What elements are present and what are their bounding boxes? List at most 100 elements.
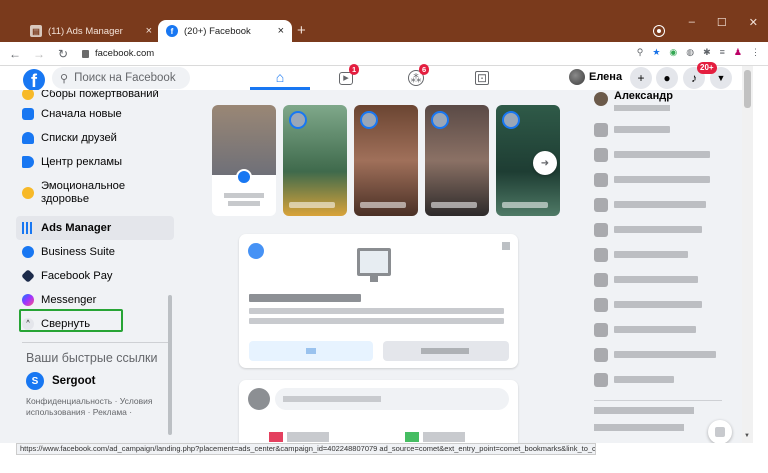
contact-item[interactable] (590, 117, 730, 142)
browser-titlebar: ▤ (11) Ads Manager × f (20+) Facebook × … (0, 0, 768, 42)
emotional-health-icon (22, 187, 34, 199)
scrollbar-thumb[interactable] (744, 70, 751, 108)
blurred-name (614, 226, 702, 233)
sidebar-item-ads-manager[interactable]: Ads Manager (16, 216, 174, 240)
sidebar-item-ad-center[interactable]: Центр рекламы (16, 150, 174, 174)
nav-home-tab[interactable]: ⌂ (250, 66, 310, 90)
record-icon[interactable] (654, 26, 664, 36)
facebook-icon (248, 243, 264, 259)
legal-links[interactable]: Конфиденциальность · Условия использован… (16, 396, 176, 418)
blurred-text (431, 202, 477, 208)
sidebar-item-facebook-pay[interactable]: Facebook Pay (16, 264, 174, 288)
live-video-button[interactable] (269, 432, 329, 442)
tab-ads-manager[interactable]: ▤ (11) Ads Manager × (22, 20, 160, 42)
page-scrollbar[interactable]: ▼ (742, 66, 753, 443)
zoom-icon[interactable]: ⚲ (637, 47, 644, 58)
contact-item[interactable] (590, 267, 730, 292)
story-card[interactable] (354, 105, 418, 216)
contact-item[interactable] (590, 367, 730, 392)
shortcut-label: Sergoot (52, 375, 96, 387)
extension-gray-icon[interactable]: ◍ (686, 47, 694, 58)
search-input[interactable]: ⚲ Поиск на Facebook (52, 67, 190, 89)
extension-green-icon[interactable]: ◉ (669, 47, 677, 58)
sidebar-item-label: Центр рекламы (41, 155, 123, 168)
close-icon[interactable] (502, 242, 510, 250)
bell-icon: ♪ (691, 71, 697, 85)
accept-button[interactable] (249, 341, 373, 361)
tab-close-icon[interactable]: × (146, 25, 152, 37)
profile-name: Елена (589, 71, 623, 83)
puzzle-icon[interactable]: ✱ (703, 47, 711, 58)
sidebar-item-emotional-health[interactable]: Эмоциональное здоровье (16, 174, 174, 212)
shortcut-sergoot[interactable]: S Sergoot (16, 366, 174, 396)
blurred-text (228, 201, 260, 206)
contact-item[interactable] (590, 192, 730, 217)
composer-input[interactable] (275, 388, 509, 410)
new-tab-button[interactable]: + (297, 22, 306, 39)
nav-gaming-tab[interactable]: ⊡ (452, 66, 512, 90)
profile-icon[interactable]: ♟ (734, 47, 742, 58)
nav-groups-tab[interactable]: ⁂ 6 (386, 64, 446, 90)
contact-item[interactable]: Александр (590, 90, 730, 117)
blurred-heading (594, 407, 694, 414)
contact-item[interactable] (590, 217, 730, 242)
watch-badge: 1 (349, 64, 360, 75)
reload-icon[interactable]: ↻ (54, 47, 72, 61)
browser-menu-icon[interactable]: ⋮ (751, 47, 760, 58)
contact-item[interactable] (590, 142, 730, 167)
blurred-name (614, 301, 702, 308)
blurred-name (614, 276, 698, 283)
facebook-logo[interactable]: f (23, 69, 45, 91)
stories-next-arrow-icon[interactable]: ➜ (533, 151, 557, 175)
scroll-down-arrow-icon[interactable]: ▼ (744, 433, 750, 439)
blurred-text (249, 318, 504, 324)
close-window-button[interactable]: ✕ (749, 16, 758, 29)
url-field[interactable]: facebook.com (82, 48, 154, 59)
sidebar-divider (22, 342, 172, 343)
create-story-card[interactable] (212, 105, 276, 216)
status-bar-url: https://www.facebook.com/ad_campaign/lan… (16, 443, 596, 455)
contact-item[interactable] (590, 342, 730, 367)
contact-item[interactable] (590, 292, 730, 317)
blurred-text[interactable] (594, 424, 684, 431)
sidebar-scrollbar[interactable] (168, 295, 172, 435)
reading-list-icon[interactable]: ≡ (720, 47, 725, 58)
minimize-button[interactable]: – (689, 16, 695, 29)
contact-item[interactable] (590, 317, 730, 342)
main-content: Сборы пожертвований Сначала новые Списки… (0, 90, 742, 443)
new-message-button[interactable] (708, 420, 732, 443)
tab-close-icon[interactable]: × (278, 25, 284, 37)
bookmark-star-icon[interactable]: ★ (652, 47, 660, 58)
sidebar-item-newest[interactable]: Сначала новые (16, 102, 174, 126)
story-card[interactable] (283, 105, 347, 216)
maximize-button[interactable]: ☐ (717, 16, 727, 29)
monitor-stand (370, 276, 378, 282)
contact-name: Александр (614, 90, 673, 102)
contact-item[interactable] (590, 167, 730, 192)
contact-item[interactable] (590, 242, 730, 267)
avatar (594, 197, 608, 212)
nav-watch-tab[interactable]: ▸ 1 (316, 64, 376, 90)
forward-arrow-icon[interactable]: → (30, 47, 48, 61)
compose-icon (715, 427, 725, 437)
caret-down-icon: ▼ (716, 73, 726, 83)
photo-video-button[interactable] (405, 432, 465, 442)
sidebar-item-friend-lists[interactable]: Списки друзей (16, 126, 174, 150)
avatar (594, 347, 608, 362)
lock-icon (82, 49, 89, 58)
sidebar-item-business-suite[interactable]: Business Suite (16, 240, 174, 264)
messenger-button[interactable]: ● (656, 67, 678, 89)
blurred-text (360, 202, 406, 208)
sidebar-item-fundraisers[interactable]: Сборы пожертвований (16, 90, 174, 102)
sidebar-item-label: Messenger (41, 293, 97, 306)
sidebar-item-label: Business Suite (41, 245, 116, 258)
back-arrow-icon[interactable]: ← (6, 47, 24, 61)
blurred-text (289, 202, 335, 208)
tab-facebook[interactable]: f (20+) Facebook × (158, 20, 292, 42)
avatar (248, 388, 270, 410)
story-card[interactable] (425, 105, 489, 216)
profile-link[interactable]: Елена (569, 69, 622, 85)
create-button[interactable]: + (630, 67, 652, 89)
search-icon: ⚲ (60, 72, 69, 85)
dismiss-button[interactable] (383, 341, 509, 361)
